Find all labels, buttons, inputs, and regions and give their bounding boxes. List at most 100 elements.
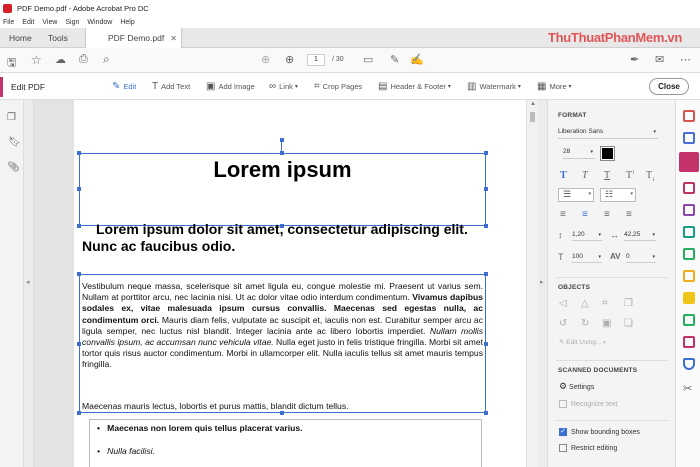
superscript-icon[interactable]: T1 — [626, 170, 635, 181]
page-thumbnails-icon[interactable]: ❐ — [7, 112, 16, 123]
bookmarks-icon[interactable]: 🔖︎ — [8, 137, 21, 148]
handle[interactable] — [484, 224, 488, 228]
settings-button[interactable]: ⚙ Settings — [559, 381, 594, 392]
replace-image-icon[interactable]: ▣ — [602, 318, 611, 329]
flip-vertical-icon[interactable]: ◁ — [559, 298, 567, 309]
edit-button[interactable]: ✎ Edit — [112, 73, 136, 100]
send-for-review-icon[interactable] — [683, 226, 695, 238]
save-icon[interactable]: 🖫 — [7, 54, 16, 73]
font-size-select[interactable]: 28 ▾ — [563, 148, 595, 159]
protect-icon[interactable] — [683, 270, 695, 282]
list-item[interactable]: • Maecenas non lorem quis tellus placera… — [97, 423, 303, 433]
menu-file[interactable]: File — [3, 19, 14, 26]
page-number-input[interactable]: 1 — [307, 54, 325, 66]
compress-pdf-icon[interactable] — [683, 248, 695, 260]
menu-edit[interactable]: Edit — [22, 19, 34, 26]
comment-icon[interactable]: ▭ — [363, 53, 373, 66]
rotate-right-icon[interactable]: ↻ — [581, 318, 589, 329]
handle[interactable] — [77, 224, 81, 228]
add-text-button[interactable]: T Add Text — [152, 73, 190, 100]
handle[interactable] — [484, 272, 488, 276]
line-spacing-select[interactable]: 1,20 ▾ — [572, 231, 602, 241]
scan-icon[interactable] — [683, 336, 695, 348]
export-pdf-icon[interactable] — [683, 110, 695, 122]
group-icon[interactable]: ❏ — [624, 318, 633, 329]
character-spacing-select[interactable]: 42,25 ▾ — [624, 231, 656, 241]
edit-pdf-icon[interactable] — [679, 152, 699, 172]
zoom-search-icon[interactable]: ⌕ — [103, 52, 110, 67]
watermark-button[interactable]: ▥ Watermark ▾ — [467, 73, 521, 100]
align-right-icon[interactable]: ≡ — [604, 209, 610, 220]
crop-pages-button[interactable]: ⌗ Crop Pages — [314, 73, 362, 100]
menu-view[interactable]: View — [42, 19, 57, 26]
handle[interactable] — [77, 411, 81, 415]
document-subtitle[interactable]: Lorem ipsum dolor sit amet, consectetur … — [82, 221, 482, 255]
document-title[interactable]: Lorem ipsum — [79, 157, 486, 183]
bullet-list-button[interactable]: ☰ ▾ — [558, 188, 594, 202]
header-footer-button[interactable]: ▤ Header & Footer ▾ — [378, 73, 451, 100]
fill-sign-tool-icon[interactable] — [683, 204, 695, 216]
handle[interactable] — [280, 411, 284, 415]
close-button[interactable]: Close — [649, 78, 689, 95]
handle[interactable] — [77, 187, 81, 191]
flip-horizontal-icon[interactable]: △ — [581, 298, 589, 309]
menu-sign[interactable]: Sign — [65, 19, 79, 26]
pen-icon[interactable]: ✎ — [390, 53, 399, 66]
customize-tools-icon[interactable]: ✂ — [683, 382, 692, 395]
create-pdf-icon[interactable] — [683, 132, 695, 144]
baseline-shift-select[interactable]: 0 ▾ — [626, 253, 656, 263]
rotate-left-icon[interactable]: ↺ — [559, 318, 567, 329]
text-style-icon[interactable]: T — [560, 170, 567, 181]
numbered-list-button[interactable]: ☷ ▾ — [600, 188, 636, 202]
close-tab-icon[interactable]: ✕ — [170, 34, 177, 43]
tab-home[interactable]: Home — [9, 28, 32, 48]
link-button[interactable]: ∞ Link ▾ — [269, 73, 298, 100]
menu-window[interactable]: Window — [87, 19, 112, 26]
page-down-icon[interactable]: ⊕ — [285, 53, 294, 66]
horizontal-scale-select[interactable]: 100 ▾ — [572, 253, 602, 263]
restrict-editing-checkbox[interactable]: Restrict editing — [559, 444, 617, 452]
right-panel-toggle[interactable]: ▸ — [538, 100, 547, 467]
comment-tool-icon[interactable] — [683, 292, 695, 304]
arrange-icon[interactable]: ❐ — [624, 298, 633, 309]
align-center-icon[interactable]: ≡ — [582, 209, 588, 220]
recognize-text-checkbox[interactable]: Recognize text — [559, 400, 617, 408]
more-button[interactable]: ▦ More ▾ — [537, 73, 572, 100]
menu-help[interactable]: Help — [120, 19, 134, 26]
tools-pen-icon[interactable]: ✒ — [630, 53, 639, 66]
handle[interactable] — [484, 187, 488, 191]
fill-sign-icon[interactable]: ✍ — [410, 53, 424, 66]
handle[interactable] — [484, 342, 488, 346]
handle[interactable] — [77, 151, 81, 155]
subscript-icon[interactable]: T1 — [646, 170, 655, 183]
attachments-icon[interactable]: 📎︎ — [7, 162, 20, 173]
crop-object-icon[interactable]: ⌗ — [602, 298, 608, 309]
more-tools-icon[interactable]: ⋯ — [680, 53, 691, 66]
left-panel-toggle[interactable]: ◂ — [24, 100, 34, 467]
show-bounding-boxes-checkbox[interactable]: ✓ Show bounding boxes — [559, 428, 640, 436]
mail-icon[interactable]: ✉ — [655, 53, 664, 66]
tab-tools[interactable]: Tools — [48, 28, 68, 48]
align-left-icon[interactable]: ≡ — [560, 209, 566, 220]
justify-icon[interactable]: ≡ — [626, 209, 632, 220]
body-paragraph[interactable]: Vestibulum neque massa, scelerisque sit … — [82, 281, 483, 371]
scroll-thumb[interactable] — [530, 112, 535, 122]
rotate-handle[interactable] — [280, 138, 284, 142]
upload-cloud-icon[interactable]: ☁ — [55, 53, 66, 66]
text-color-swatch[interactable] — [600, 146, 615, 161]
page-up-icon[interactable]: ⊕ — [261, 53, 270, 66]
organize-pages-icon[interactable] — [683, 182, 695, 194]
handle[interactable] — [77, 272, 81, 276]
italic-icon[interactable]: T — [582, 170, 588, 181]
handle[interactable] — [77, 342, 81, 346]
add-image-button[interactable]: ▣ Add Image — [206, 73, 255, 100]
bookmark-star-icon[interactable]: ☆ — [31, 53, 42, 67]
print-production-icon[interactable] — [683, 314, 695, 326]
scroll-up-icon[interactable]: ▲ — [530, 101, 536, 107]
font-family-select[interactable]: Liberation Sans ▾ — [558, 128, 658, 139]
shield-icon[interactable] — [683, 358, 695, 370]
vertical-scrollbar[interactable]: ▲ — [526, 100, 538, 467]
handle[interactable] — [484, 151, 488, 155]
list-item[interactable]: • Nulla facilisi. — [97, 446, 155, 456]
handle[interactable] — [484, 411, 488, 415]
